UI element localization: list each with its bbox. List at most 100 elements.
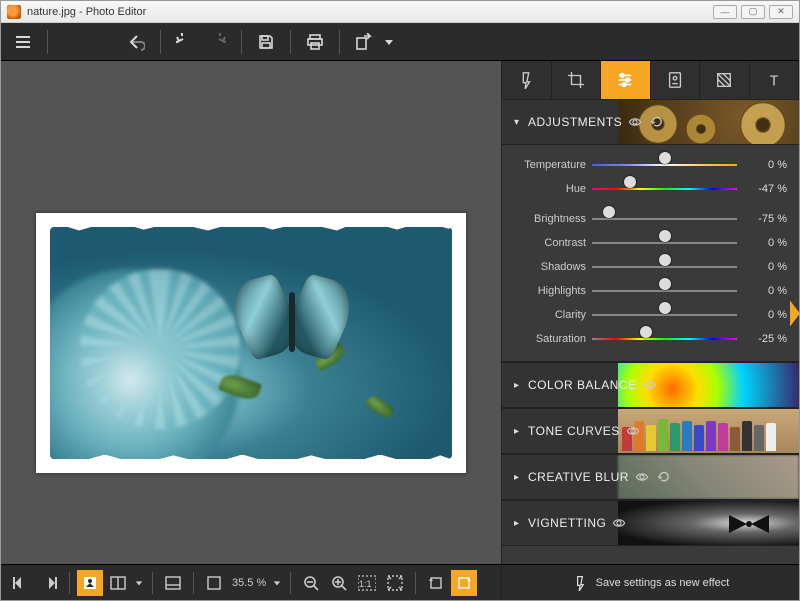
svg-text:1:1: 1:1 — [359, 579, 372, 589]
tab-text[interactable]: T — [750, 61, 800, 99]
tab-retouch[interactable] — [651, 61, 701, 99]
slider-label: Temperature — [502, 159, 592, 171]
slider-label: Contrast — [502, 237, 592, 249]
section-color-balance-label: COLOR BALANCE — [528, 378, 637, 392]
export-dropdown-icon[interactable] — [382, 28, 396, 56]
slider-thumb[interactable] — [640, 326, 652, 338]
zoom-fit-icon[interactable] — [382, 570, 408, 596]
window-title: nature.jpg - Photo Editor — [27, 6, 146, 18]
maximize-button[interactable]: ▢ — [741, 5, 765, 19]
slider-label: Highlights — [502, 285, 592, 297]
expand-icon: ▸ — [514, 518, 522, 529]
image-canvas[interactable] — [36, 213, 466, 473]
slider-label: Hue — [502, 183, 592, 195]
slider-thumb[interactable] — [624, 176, 636, 188]
next-image-icon[interactable] — [36, 570, 62, 596]
slider-track[interactable] — [592, 157, 737, 173]
print-icon[interactable] — [301, 28, 329, 56]
rotate-right-icon[interactable] — [451, 570, 477, 596]
visibility-icon[interactable] — [626, 113, 644, 131]
prev-image-icon[interactable] — [8, 570, 34, 596]
slider-brightness: Brightness -75 % — [502, 207, 787, 231]
slider-temperature: Temperature 0 % — [502, 153, 787, 177]
histogram-icon[interactable] — [160, 570, 186, 596]
zoom-level: 35.5 % — [228, 577, 270, 589]
slider-thumb[interactable] — [603, 206, 615, 218]
zoom-out-icon[interactable] — [298, 570, 324, 596]
undo-icon[interactable] — [171, 28, 199, 56]
slider-value: 0 % — [737, 237, 787, 249]
zoom-dropdown-icon[interactable] — [271, 570, 283, 596]
slider-shadows: Shadows 0 % — [502, 255, 787, 279]
slider-track[interactable] — [592, 307, 737, 323]
save-icon[interactable] — [252, 28, 280, 56]
slider-track[interactable] — [592, 211, 737, 227]
zoom-in-icon[interactable] — [326, 570, 352, 596]
slider-track[interactable] — [592, 181, 737, 197]
visibility-icon[interactable] — [633, 468, 651, 486]
expand-icon: ▸ — [514, 380, 522, 391]
app-icon — [7, 5, 21, 19]
collapse-icon: ▾ — [514, 117, 522, 128]
slider-track[interactable] — [592, 283, 737, 299]
rotate-left-icon[interactable] — [423, 570, 449, 596]
reset-icon[interactable] — [648, 113, 666, 131]
close-button[interactable]: ✕ — [769, 5, 793, 19]
zoom-100-icon[interactable]: 1:1 — [354, 570, 380, 596]
reset-icon[interactable] — [655, 468, 673, 486]
undo-all-icon[interactable] — [122, 28, 150, 56]
tab-crop[interactable] — [552, 61, 602, 99]
slider-thumb[interactable] — [659, 152, 671, 164]
tab-textures[interactable] — [700, 61, 750, 99]
section-creative-blur-header[interactable]: ▸ CREATIVE BLUR — [502, 454, 799, 500]
slider-thumb[interactable] — [659, 254, 671, 266]
slider-value: -25 % — [737, 333, 787, 345]
view-split-dropdown-icon[interactable] — [133, 570, 145, 596]
slider-label: Brightness — [502, 213, 592, 225]
section-tone-curves-header[interactable]: ▸ TONE CURVES — [502, 408, 799, 454]
tab-effects[interactable] — [502, 61, 552, 99]
save-as-effect-button[interactable]: Save settings as new effect — [501, 565, 799, 600]
canvas-area[interactable] — [1, 61, 501, 564]
slider-thumb[interactable] — [659, 230, 671, 242]
slider-label: Shadows — [502, 261, 592, 273]
slider-highlights: Highlights 0 % — [502, 279, 787, 303]
menu-icon[interactable] — [9, 28, 37, 56]
visibility-icon[interactable] — [610, 514, 628, 532]
slider-thumb[interactable] — [659, 302, 671, 314]
tab-adjustments[interactable] — [601, 61, 651, 99]
expand-icon: ▸ — [514, 426, 522, 437]
panel-body: ▾ ADJUSTMENTS Temperature 0 % Hue -47 % — [502, 99, 799, 564]
panel-tabstrip: T — [502, 61, 799, 99]
slider-value: 0 % — [737, 309, 787, 321]
view-split-icon[interactable] — [105, 570, 131, 596]
save-as-effect-label: Save settings as new effect — [596, 577, 730, 589]
section-adjustments-header[interactable]: ▾ ADJUSTMENTS — [502, 99, 799, 145]
redo-icon[interactable] — [203, 28, 231, 56]
section-vignetting-label: VIGNETTING — [528, 516, 606, 530]
section-tone-curves-label: TONE CURVES — [528, 424, 620, 438]
export-icon[interactable] — [350, 28, 378, 56]
section-color-balance-header[interactable]: ▸ COLOR BALANCE — [502, 362, 799, 408]
slider-clarity: Clarity 0 % — [502, 303, 787, 327]
slider-hue: Hue -47 % — [502, 177, 787, 201]
adjustments-panel: Temperature 0 % Hue -47 % Brightness -75… — [502, 145, 799, 362]
slider-value: 0 % — [737, 261, 787, 273]
minimize-button[interactable]: — — [713, 5, 737, 19]
titlebar: nature.jpg - Photo Editor — ▢ ✕ — [1, 1, 799, 23]
visibility-icon[interactable] — [624, 422, 642, 440]
slider-track[interactable] — [592, 331, 737, 347]
right-panel: T ▾ ADJUSTMENTS Temper — [501, 61, 799, 564]
bottom-toolbar: 35.5 % 1:1 Save settings as new effect — [1, 564, 799, 600]
svg-text:T: T — [769, 73, 778, 89]
slider-value: -47 % — [737, 183, 787, 195]
slider-thumb[interactable] — [659, 278, 671, 290]
section-creative-blur-label: CREATIVE BLUR — [528, 470, 629, 484]
slider-track[interactable] — [592, 259, 737, 275]
fit-screen-icon[interactable] — [201, 570, 227, 596]
visibility-icon[interactable] — [641, 376, 659, 394]
slider-value: 0 % — [737, 159, 787, 171]
view-single-icon[interactable] — [77, 570, 103, 596]
slider-track[interactable] — [592, 235, 737, 251]
section-vignetting-header[interactable]: ▸ VIGNETTING — [502, 500, 799, 546]
